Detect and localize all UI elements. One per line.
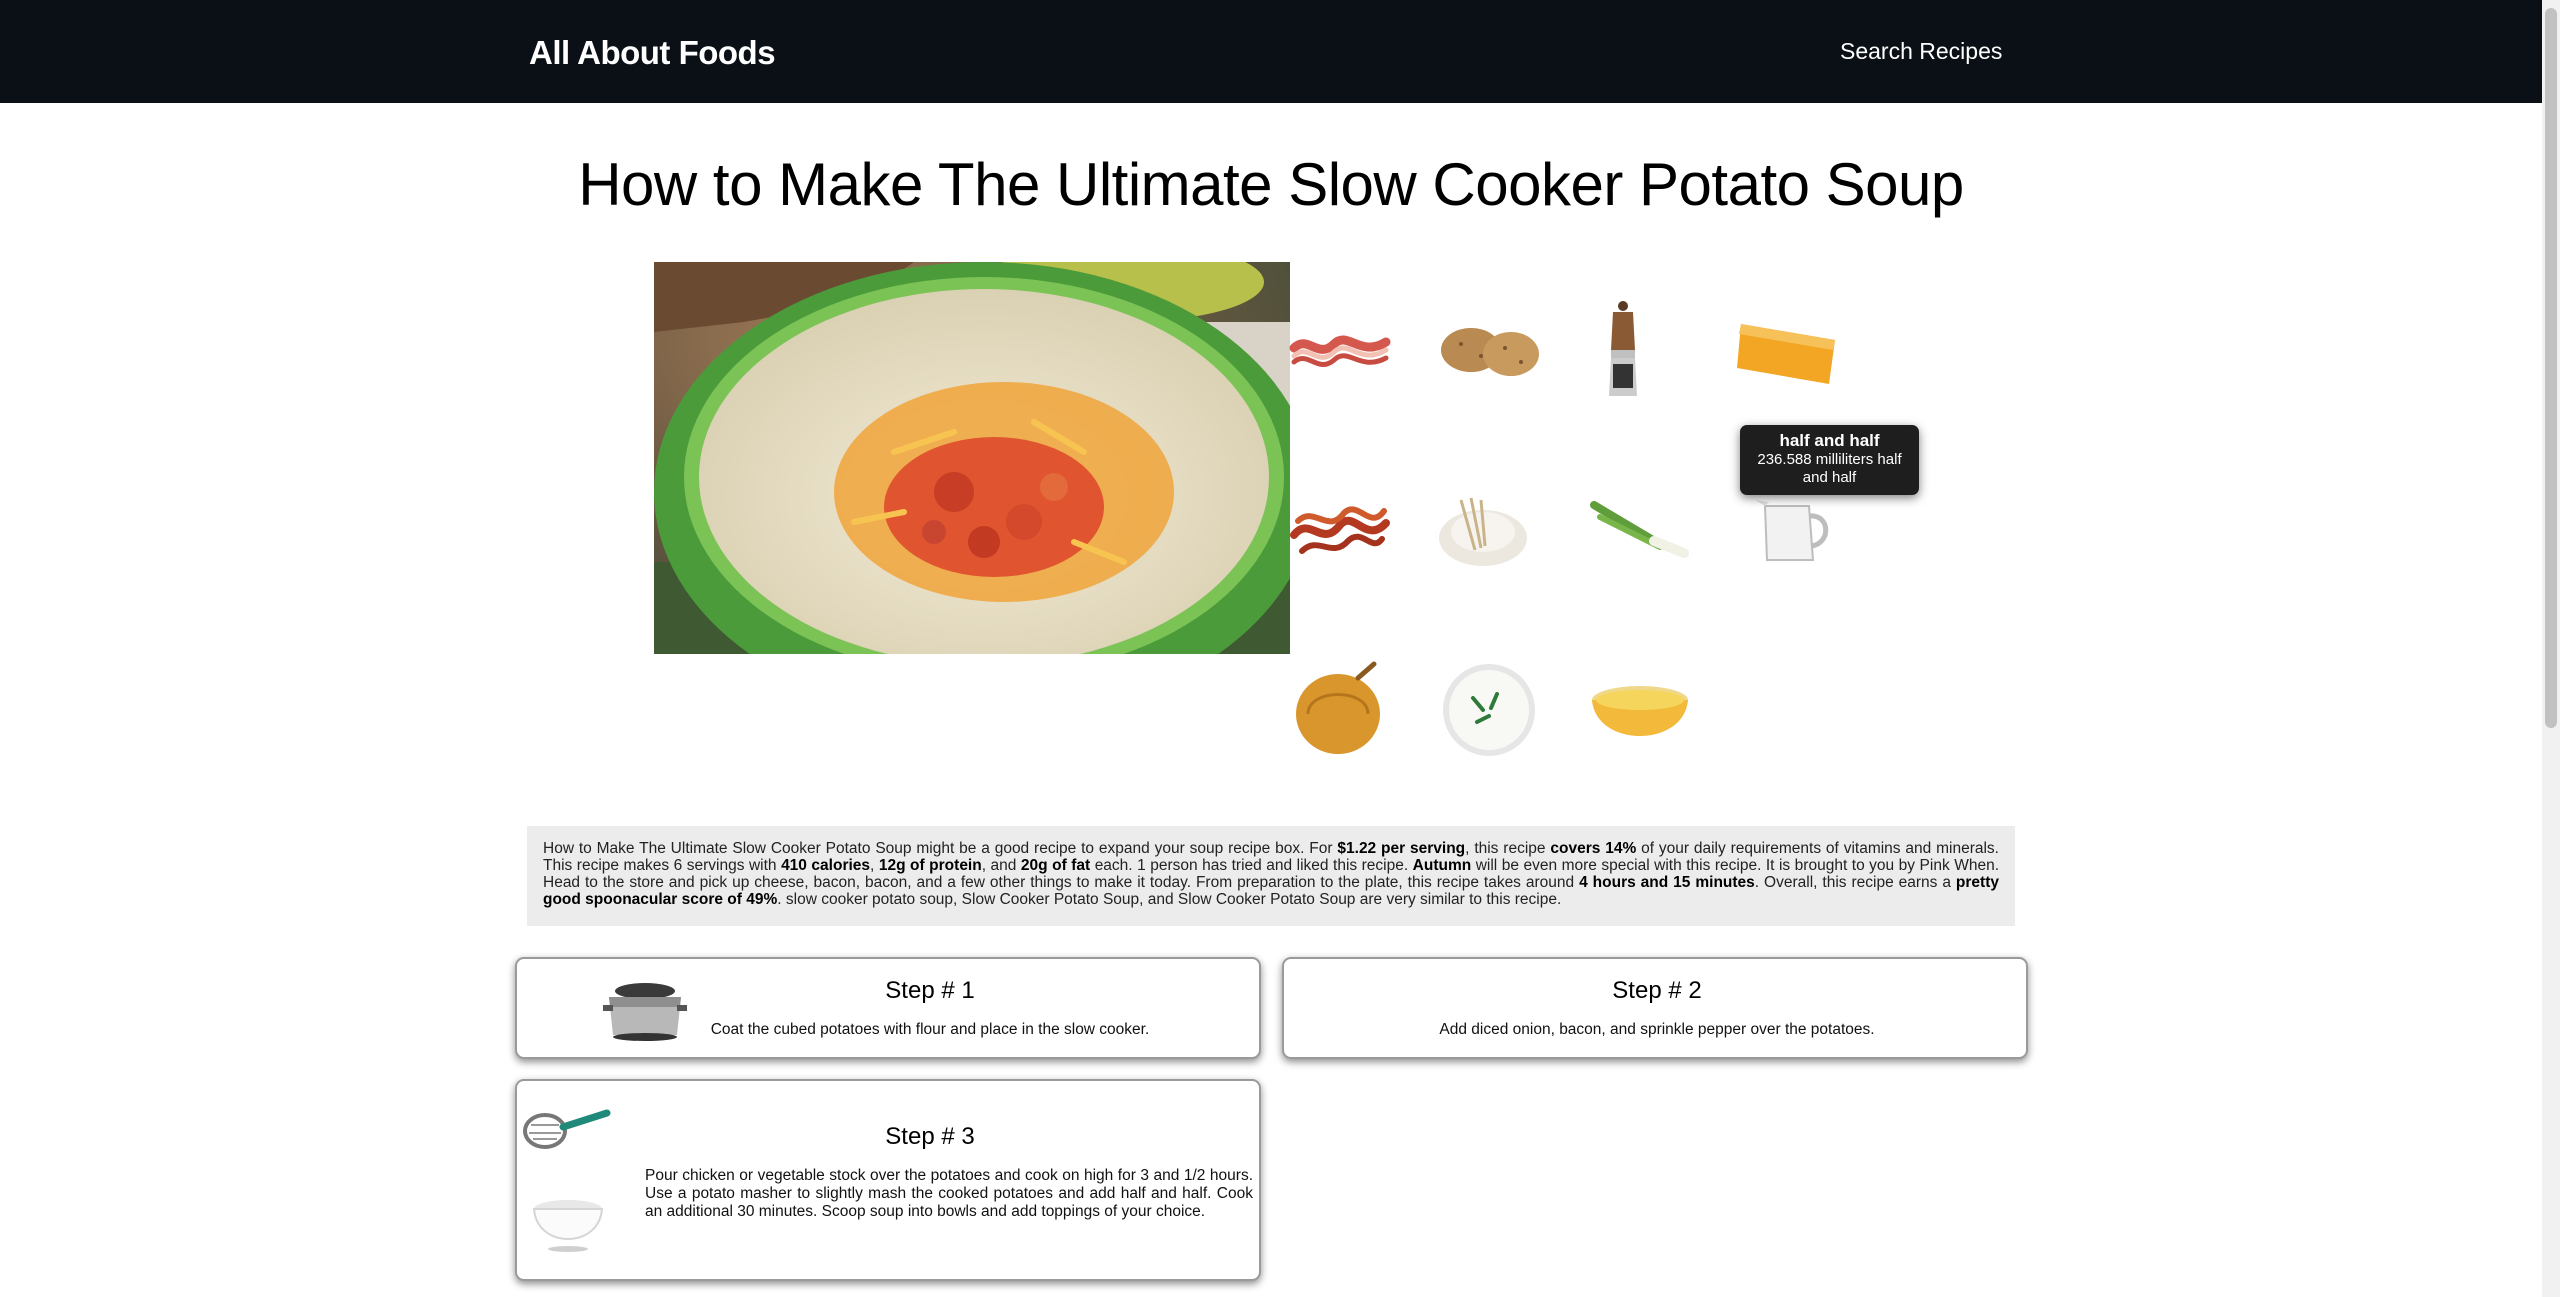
flour-icon (1439, 497, 1527, 566)
pepper-grinder-icon (1609, 301, 1637, 396)
ingredient-onion[interactable] (1285, 655, 1395, 765)
summary-highlight: 410 calories (781, 857, 871, 874)
step-instruction: Add diced onion, bacon, and sprinkle pep… (1439, 1021, 1875, 1038)
sour-cream-icon (1443, 664, 1535, 756)
summary-text: . Overall, this recipe earns a (1754, 874, 1956, 891)
ingredient-potatoes[interactable] (1434, 295, 1544, 405)
summary-text: , this recipe (1465, 840, 1551, 857)
broth-bowl-icon (1592, 686, 1688, 736)
summary-highlight: 20g of fat (1020, 857, 1091, 874)
cooked-bacon-icon (1290, 506, 1390, 554)
summary-text: . slow cooker potato soup, Slow Cooker P… (777, 891, 1562, 908)
ingredient-bacon-strips[interactable] (1285, 295, 1395, 405)
ingredient-cheese[interactable] (1733, 295, 1843, 405)
summary-highlight: $1.22 per serving (1337, 840, 1466, 857)
ingredient-green-onions[interactable] (1585, 475, 1695, 585)
step-title: Step # 2 (1612, 977, 1702, 1004)
step-title: Step # 1 (885, 977, 975, 1004)
recipe-hero-image (654, 262, 1290, 654)
summary-highlight: Autumn (1412, 857, 1472, 874)
scrollbar-thumb[interactable] (2545, 8, 2557, 728)
ingredient-tooltip: half and half 236.588 milliliters half a… (1740, 425, 1919, 495)
tooltip-detail: 236.588 milliliters half and half (1757, 451, 1902, 486)
page-scrollbar[interactable] (2542, 0, 2560, 1297)
step-card-1: Step # 1 Coat the cubed potatoes with fl… (515, 957, 1261, 1059)
summary-text: , (870, 857, 879, 874)
summary-text: How to Make The Ultimate Slow Cooker Pot… (543, 840, 1338, 857)
onion-icon (1296, 661, 1380, 754)
bowl-icon (532, 1200, 604, 1252)
milk-pitcher-icon (1755, 500, 1829, 561)
recipe-summary: How to Make The Ultimate Slow Cooker Pot… (527, 826, 2015, 926)
summary-highlight: 4 hours and 15 minutes (1579, 874, 1755, 891)
step-instruction: Pour chicken or vegetable stock over the… (645, 1167, 1253, 1220)
navbar: All About Foods Search Recipes (0, 0, 2542, 103)
step-card-3: Step # 3 Pour chicken or vegetable stock… (515, 1079, 1261, 1281)
summary-text: , and (981, 857, 1021, 874)
ingredient-pepper[interactable] (1568, 295, 1678, 405)
bacon-strips-icon (1289, 335, 1391, 368)
cheddar-cheese-icon (1737, 324, 1835, 384)
tooltip-title: half and half (1779, 431, 1880, 450)
step-instruction: Coat the cubed potatoes with flour and p… (710, 1021, 1150, 1038)
green-onion-icon (1590, 501, 1689, 558)
ingredient-flour[interactable] (1428, 475, 1538, 585)
step-card-2: Step # 2 Add diced onion, bacon, and spr… (1282, 957, 2028, 1059)
potatoes-icon (1441, 328, 1539, 376)
summary-text: each. 1 person has tried and liked this … (1090, 857, 1413, 874)
summary-highlight: covers 14% (1550, 840, 1637, 857)
summary-highlight: 12g of protein (878, 857, 982, 874)
step-title: Step # 3 (885, 1123, 975, 1150)
ingredient-sour-cream[interactable] (1434, 655, 1544, 765)
brand-logo-link[interactable]: All About Foods (529, 34, 776, 72)
ingredient-cooked-bacon[interactable] (1285, 475, 1395, 585)
page-title: How to Make The Ultimate Slow Cooker Pot… (578, 151, 1964, 218)
ingredient-stock[interactable] (1585, 655, 1695, 765)
search-recipes-link[interactable]: Search Recipes (1840, 38, 2002, 65)
